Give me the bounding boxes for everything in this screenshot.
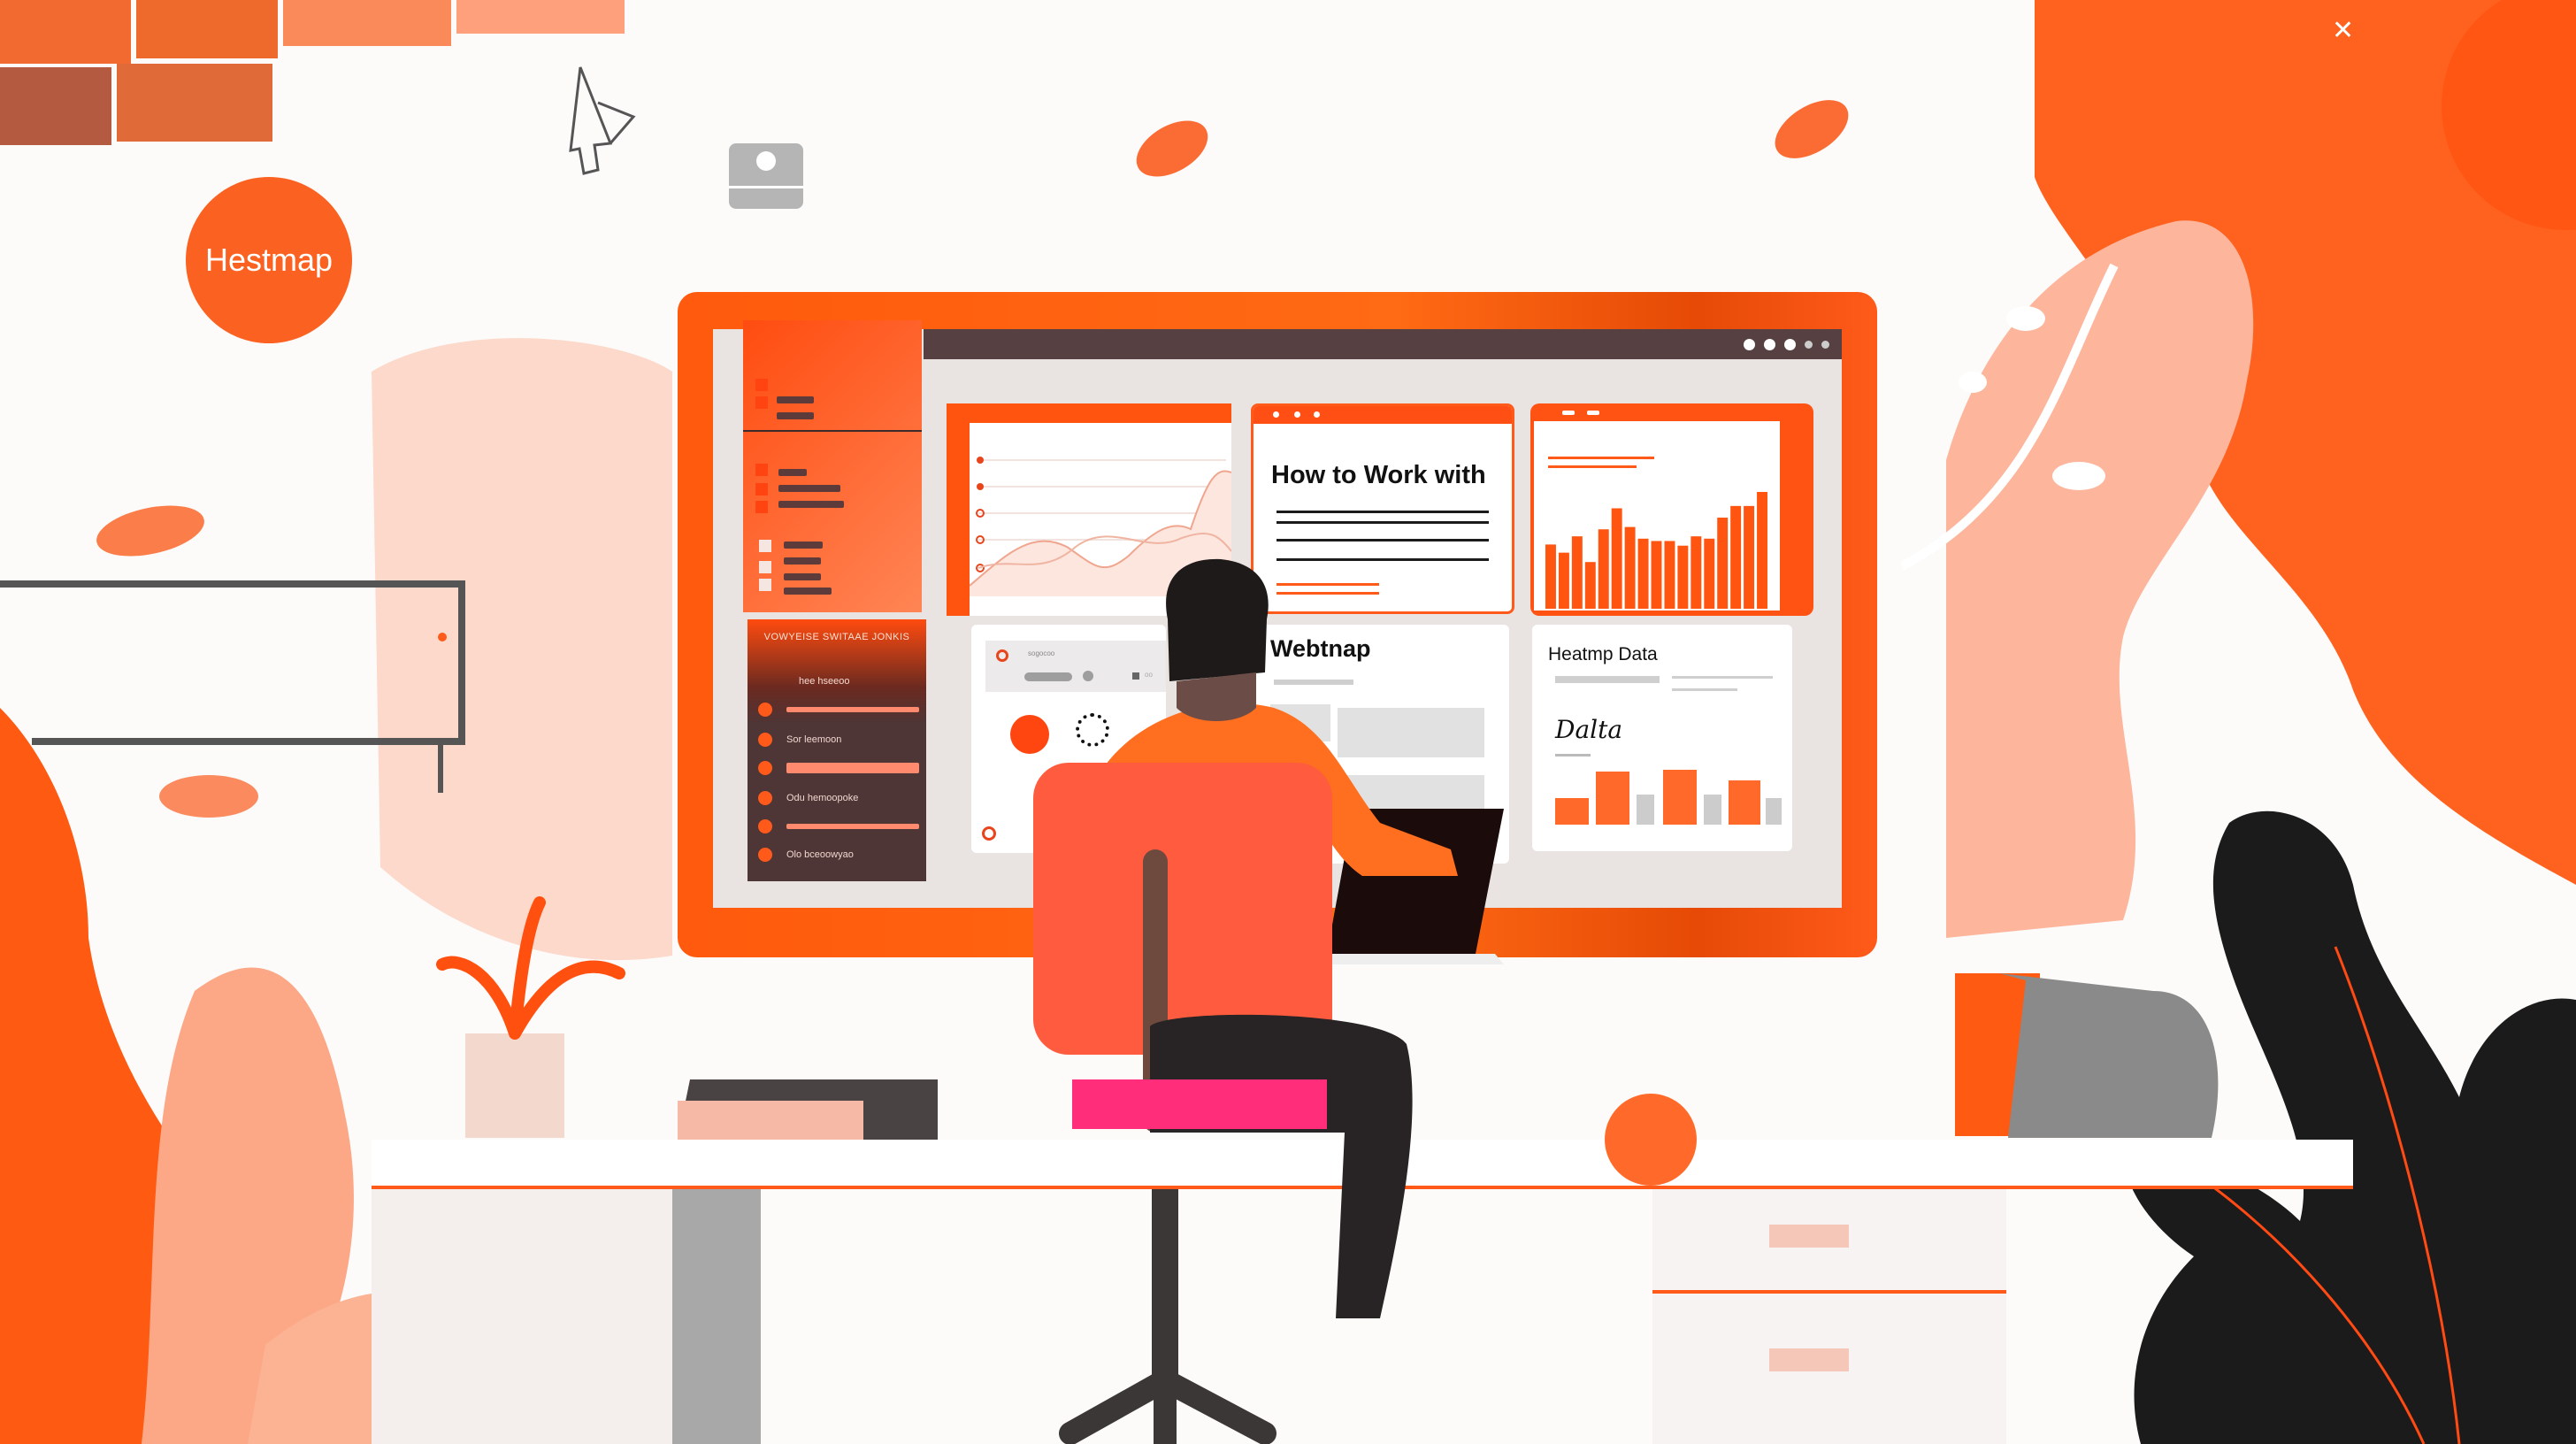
person-neck <box>1177 672 1256 721</box>
person-legs <box>1150 1014 1413 1318</box>
chair-stem <box>1152 1189 1178 1393</box>
chair-back <box>1033 763 1332 1055</box>
chair-base <box>1059 1369 1276 1444</box>
chair-seat <box>1072 1079 1327 1129</box>
person-illustration <box>1033 558 1504 1444</box>
person-hair <box>1166 558 1269 681</box>
